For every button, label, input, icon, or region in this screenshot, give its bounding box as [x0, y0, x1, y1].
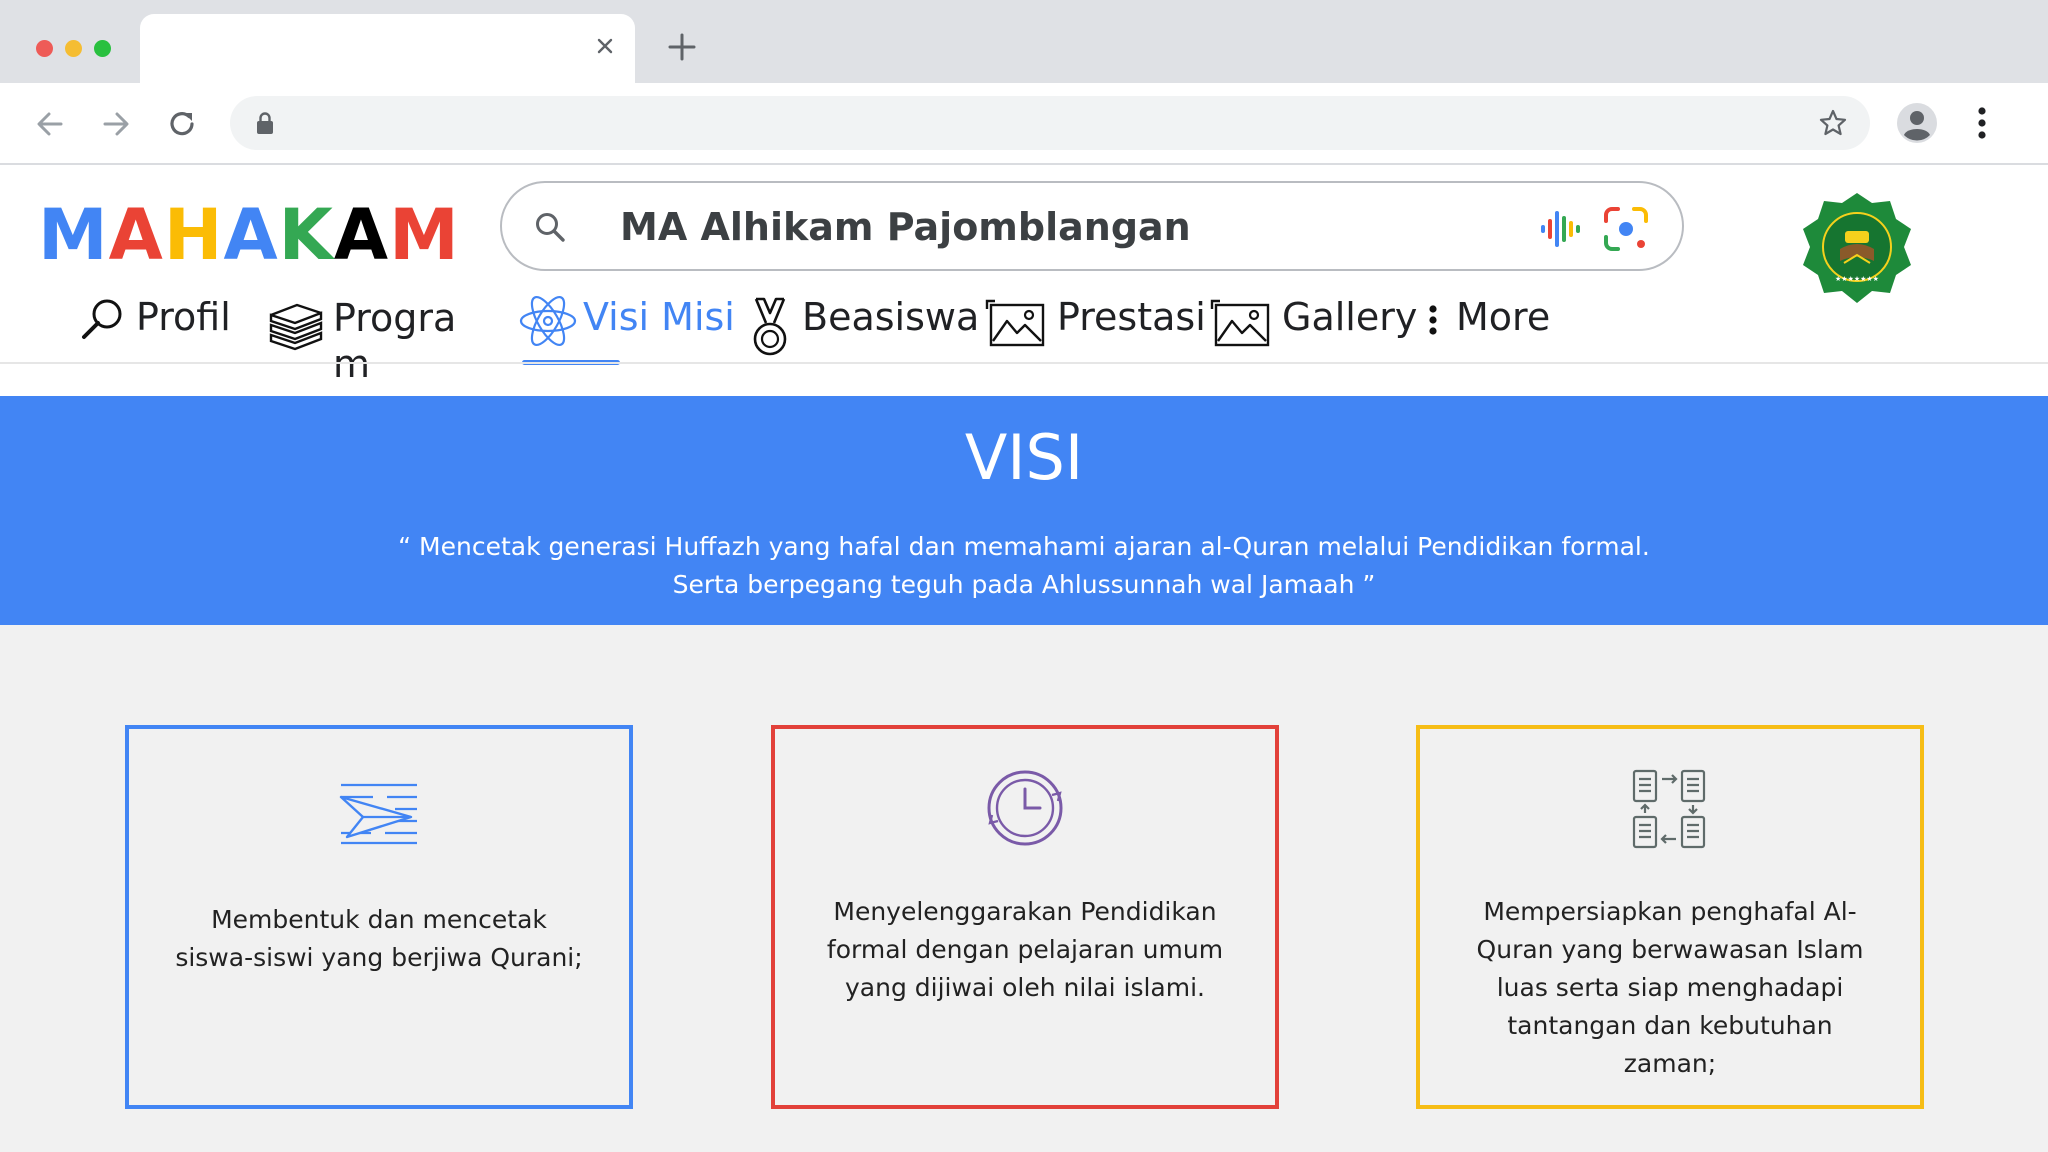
misi-card-2: Menyelenggarakan Pendidikan formal denga… [771, 725, 1279, 1109]
voice-search-icon[interactable] [1537, 207, 1587, 251]
nav-item-beasiswa[interactable]: Beasiswa [748, 285, 979, 365]
nav-label-visi-misi[interactable]: Visi Misi [583, 295, 735, 339]
browser-menu-icon[interactable] [1964, 103, 2000, 143]
browser-tab[interactable] [140, 14, 635, 83]
header-divider [0, 362, 2048, 364]
nav-item-profil[interactable]: Profil [78, 285, 238, 365]
logo-letter: H [163, 194, 224, 276]
atom-icon [519, 295, 577, 347]
nav-label-beasiswa[interactable]: Beasiswa [802, 295, 979, 339]
magnifier-icon [82, 299, 122, 339]
visi-section: VISI “ Mencetak generasi Huffazh yang ha… [0, 396, 2048, 625]
window-minimize-dot[interactable] [65, 40, 82, 57]
nav-item-more[interactable]: More [1426, 285, 1576, 365]
clock-icon [987, 770, 1063, 846]
misi-section: Membentuk dan mencetak siswa-siswi yang … [0, 625, 2048, 1152]
window-close-dot[interactable] [36, 40, 53, 57]
misi-card-2-text: Menyelenggarakan Pendidikan formal denga… [826, 897, 1224, 1002]
search-input[interactable]: MA Alhikam Pajomblangan [620, 205, 1191, 249]
nav-label-program[interactable]: Progra m [333, 295, 456, 387]
misi-card-1-text: Membentuk dan mencetak siswa-siswi yang … [175, 905, 583, 972]
logo-letter: A [108, 194, 164, 276]
site-header: MAHAKAM MA Alhikam Pajomblangan ★★★★★★★ … [0, 165, 2048, 395]
back-arrow-icon[interactable] [33, 107, 67, 141]
medal-icon [753, 297, 787, 356]
visi-title: VISI [964, 421, 1084, 494]
vertical-dots-icon [1429, 305, 1437, 335]
logo-letter: K [278, 194, 334, 276]
logo-letter: M [38, 194, 109, 276]
search-icon[interactable] [532, 209, 568, 245]
paper-plane-icon [339, 783, 417, 845]
nav-item-visi-misi[interactable]: Visi Misi [518, 285, 738, 365]
misi-card-1: Membentuk dan mencetak siswa-siswi yang … [125, 725, 633, 1109]
site-logo[interactable]: MAHAKAM [38, 195, 460, 275]
logo-letter: A [223, 194, 279, 276]
nav-item-prestasi[interactable]: Prestasi [985, 285, 1206, 365]
logo-letter: A [333, 194, 390, 276]
main-nav: Profil Progra m Visi Misi Beasiswa Prest… [0, 285, 2048, 395]
picture-icon [985, 299, 1045, 347]
plus-icon[interactable] [665, 30, 699, 64]
nav-label-more[interactable]: More [1456, 295, 1550, 339]
search-box[interactable]: MA Alhikam Pajomblangan [500, 181, 1684, 271]
misi-card-3-text: Mempersiapkan penghafal Al-Quran yang be… [1476, 897, 1864, 1078]
nav-label-gallery[interactable]: Gallery [1282, 295, 1417, 339]
browser-toolbar [0, 83, 2048, 165]
svg-text:★★★★★★★: ★★★★★★★ [1835, 275, 1879, 283]
reload-icon[interactable] [165, 107, 199, 141]
logo-letter: M [389, 194, 460, 276]
image-search-icon[interactable] [1602, 205, 1650, 253]
nav-label-prestasi[interactable]: Prestasi [1057, 295, 1206, 339]
close-icon[interactable] [591, 32, 619, 60]
visi-quote: “ Mencetak generasi Huffazh yang hafal d… [398, 532, 1650, 599]
lock-icon[interactable] [254, 111, 276, 135]
misi-card-3: Mempersiapkan penghafal Al-Quran yang be… [1416, 725, 1924, 1109]
picture-icon [1210, 299, 1270, 347]
documents-flow-icon [1632, 769, 1706, 849]
window-maximize-dot[interactable] [94, 40, 111, 57]
bookmark-star-icon[interactable] [1818, 108, 1848, 138]
nav-item-program[interactable]: Progra m [265, 285, 465, 386]
address-bar[interactable] [230, 96, 1870, 150]
forward-arrow-icon[interactable] [99, 107, 133, 141]
profile-avatar-icon[interactable] [1896, 102, 1938, 144]
nav-label-profil[interactable]: Profil [136, 295, 231, 339]
books-icon [269, 303, 323, 351]
nav-item-gallery[interactable]: Gallery [1210, 285, 1417, 365]
browser-tabstrip [0, 0, 2048, 83]
